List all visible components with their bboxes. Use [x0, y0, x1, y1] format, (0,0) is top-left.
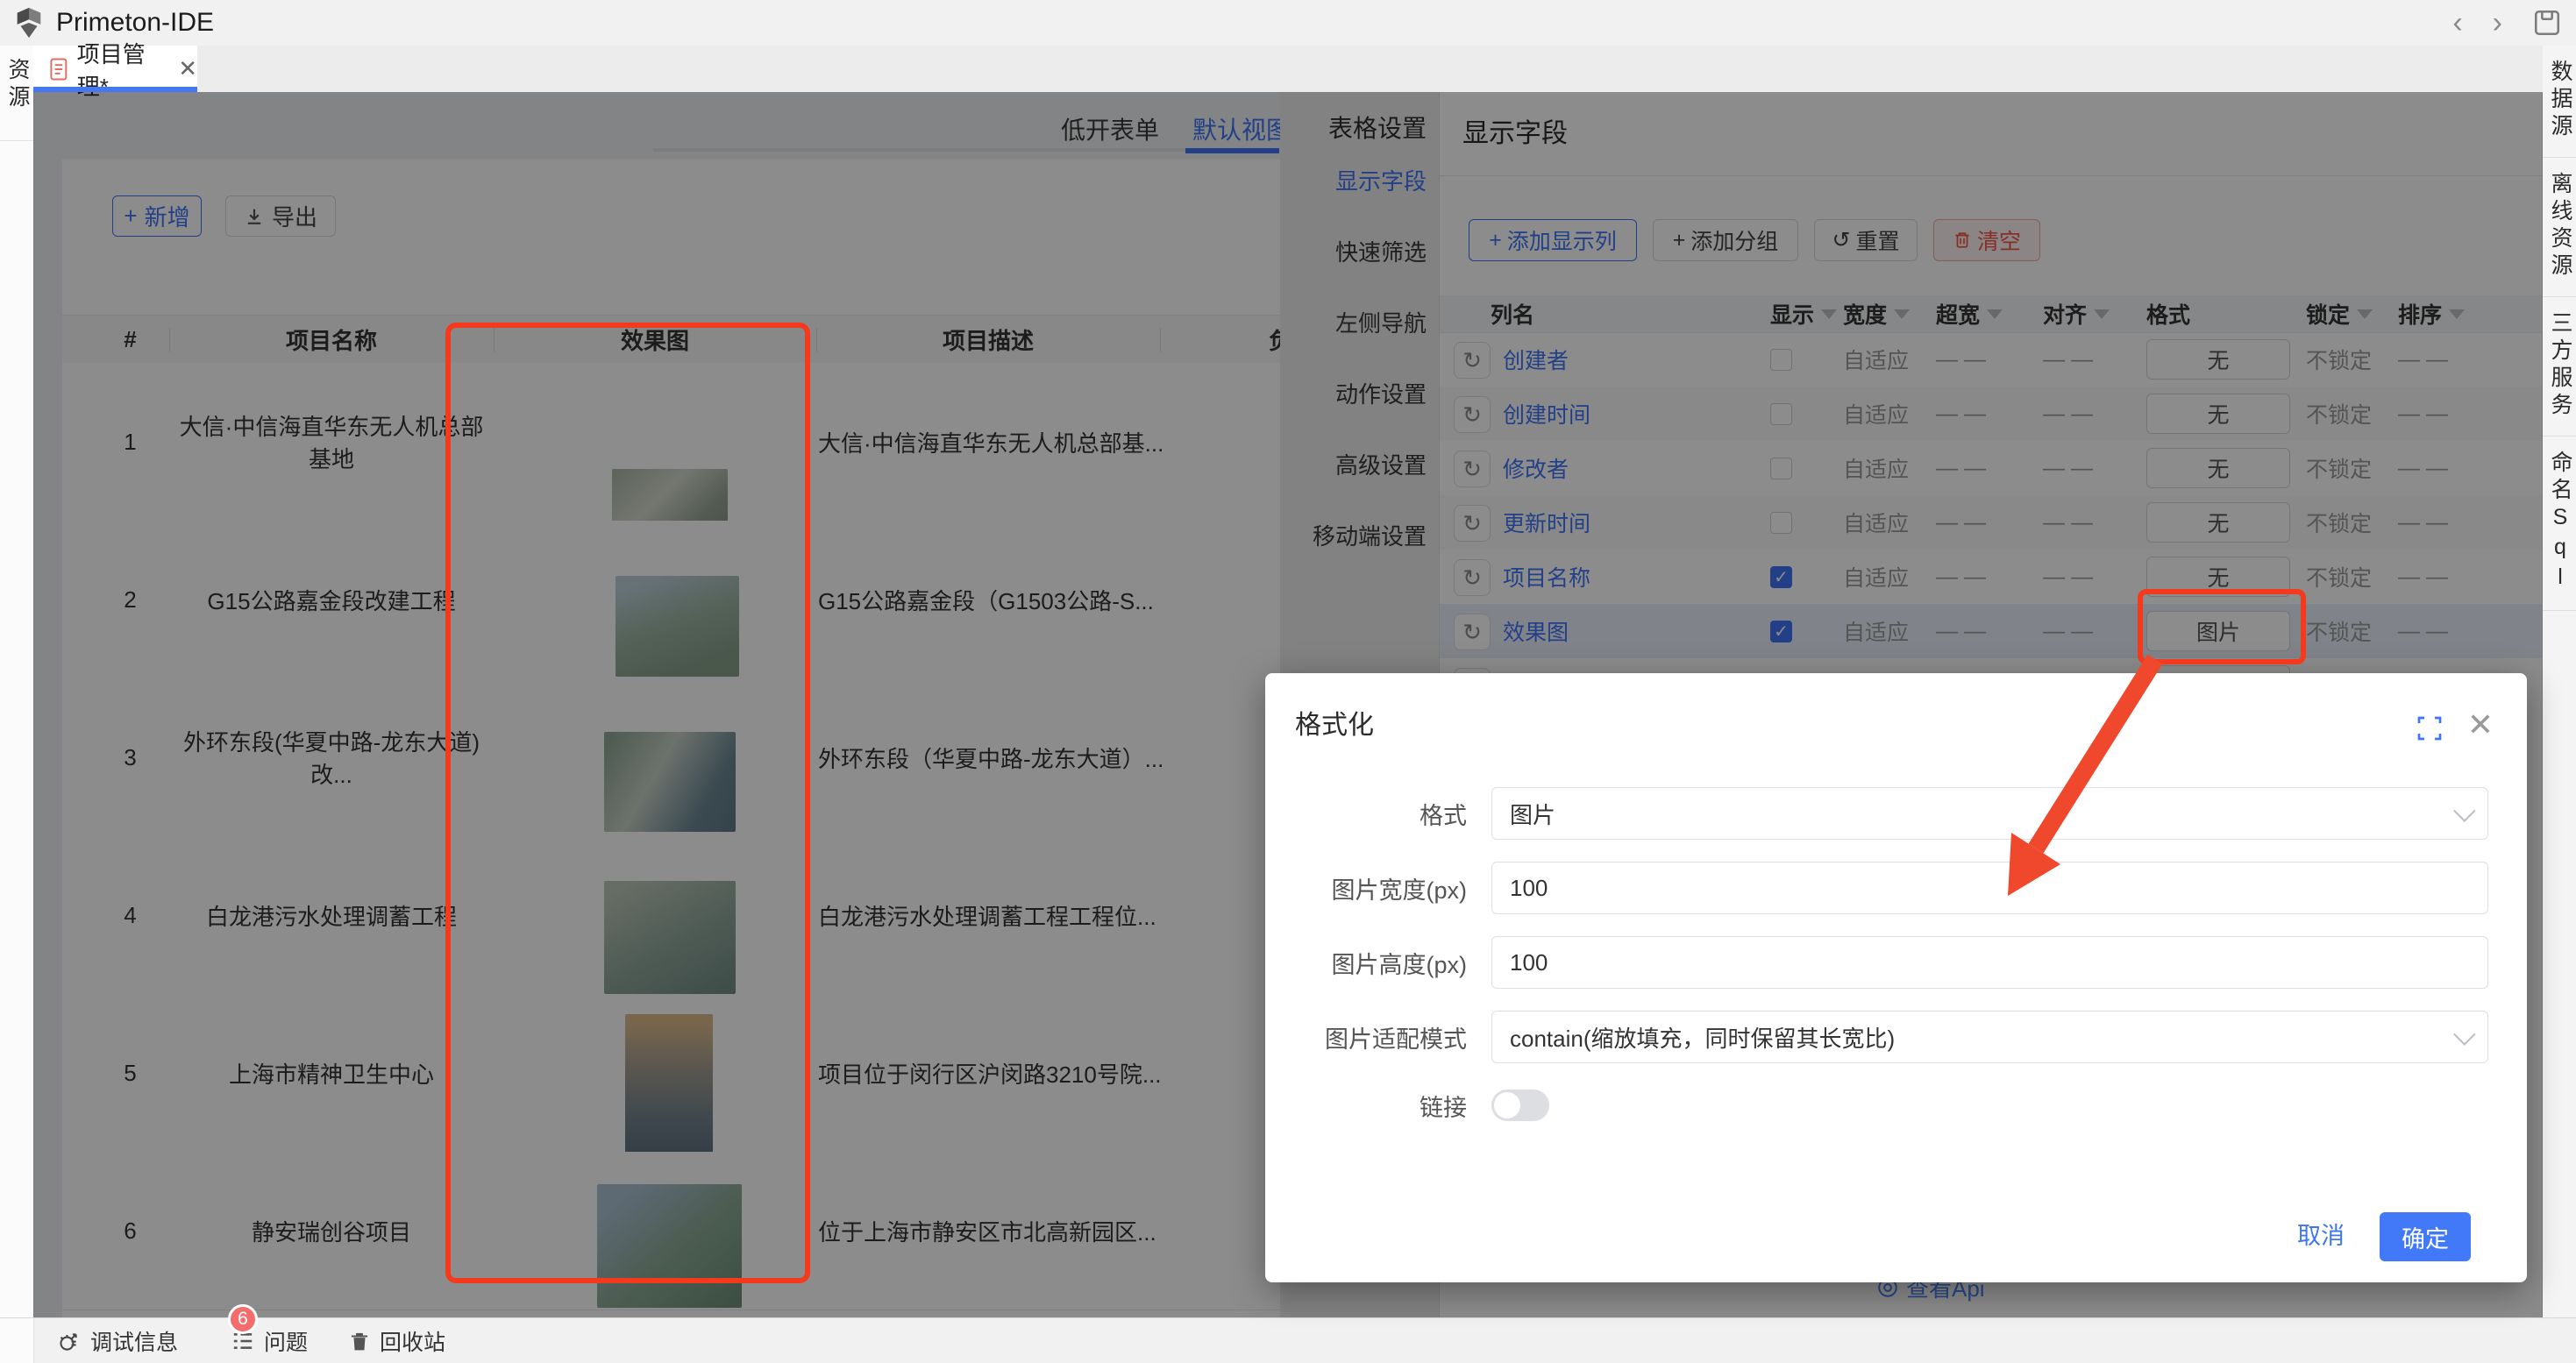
- field-label: 图片高度(px): [1332, 936, 1468, 989]
- sidebar-item-0[interactable]: 数据源: [2543, 46, 2576, 158]
- chevron-down-icon: [2453, 799, 2475, 821]
- toggle-knob: [1494, 1092, 1520, 1118]
- nav-forward-icon[interactable]: ›: [2493, 0, 2502, 46]
- sidebar-divider: [0, 140, 33, 141]
- debug-icon: [57, 1329, 82, 1353]
- status-bar: 调试信息 问题 6 回收站: [0, 1317, 2576, 1363]
- app-title: Primeton-IDE: [56, 8, 214, 38]
- modal-field-row: 图片适配模式 contain(缩放填充，同时保留其长宽比): [1265, 1011, 2527, 1063]
- right-sidebar: 数据源离线资源三方服务命名Sql: [2542, 46, 2576, 1317]
- recycle-bin-button[interactable]: 回收站: [348, 1325, 445, 1357]
- sidebar-item-label: 三方服务: [2543, 311, 2576, 420]
- sidebar-item-3[interactable]: 命名Sql: [2543, 437, 2576, 611]
- trash-icon: [348, 1330, 371, 1352]
- link-toggle[interactable]: [1491, 1090, 1549, 1121]
- sidebar-item-2[interactable]: 三方服务: [2543, 297, 2576, 437]
- field-input[interactable]: 100: [1491, 936, 2488, 989]
- app-logo-icon: [12, 6, 46, 39]
- field-value: contain(缩放填充，同时保留其长宽比): [1510, 1021, 1895, 1054]
- field-select[interactable]: 图片: [1491, 787, 2488, 840]
- save-icon[interactable]: [2532, 8, 2562, 38]
- cancel-button[interactable]: 取消: [2297, 1217, 2345, 1251]
- sidebar-item-label: 命名Sql: [2543, 451, 2576, 594]
- field-value: 100: [1510, 949, 1548, 976]
- field-value: 100: [1510, 875, 1548, 902]
- field-label: 格式: [1420, 787, 1467, 840]
- modal-field-row: 格式 图片: [1265, 787, 2527, 840]
- sidebar-item-label: 离线资源: [2543, 172, 2576, 280]
- field-label: 图片宽度(px): [1332, 862, 1468, 914]
- problems-count-badge: 6: [228, 1304, 258, 1334]
- tab-project-management[interactable]: 项目管理* ✕: [33, 46, 197, 92]
- close-icon[interactable]: ✕: [2467, 706, 2494, 743]
- sidebar-item-1[interactable]: 离线资源: [2543, 158, 2576, 297]
- nav-back-icon[interactable]: ‹: [2452, 0, 2462, 46]
- field-label: 图片适配模式: [1325, 1011, 1467, 1063]
- tab-close-icon[interactable]: ✕: [178, 55, 197, 82]
- sidebar-item-label: 数据源: [2543, 60, 2576, 141]
- document-icon: [49, 56, 68, 82]
- left-sidebar: 资源: [0, 46, 34, 1317]
- format-modal: 格式化 ✕ 格式 图片图片宽度(px) 100 图片高度(px) 100 图片适配模式 co…: [1265, 673, 2527, 1282]
- editor-tabstrip: 项目管理* ✕: [33, 46, 2543, 92]
- field-select[interactable]: contain(缩放填充，同时保留其长宽比): [1491, 1011, 2488, 1063]
- sidebar-item-resources[interactable]: 资源: [0, 58, 33, 112]
- confirm-button[interactable]: 确定: [2380, 1212, 2471, 1261]
- modal-field-row: 图片高度(px) 100: [1265, 936, 2527, 989]
- debug-info-button[interactable]: 调试信息: [57, 1325, 178, 1357]
- field-input[interactable]: 100: [1491, 862, 2488, 914]
- fullscreen-icon[interactable]: [2416, 715, 2443, 742]
- modal-field-row: 图片宽度(px) 100: [1265, 862, 2527, 914]
- modal-field-row: 链接: [1265, 1079, 2527, 1132]
- modal-title: 格式化: [1295, 703, 1374, 742]
- field-label: 链接: [1420, 1079, 1467, 1132]
- field-value: 图片: [1510, 798, 1555, 830]
- statusbar-left-strip: [0, 1318, 34, 1363]
- chevron-down-icon: [2453, 1023, 2475, 1045]
- title-bar: Primeton-IDE ‹ ›: [0, 0, 2576, 46]
